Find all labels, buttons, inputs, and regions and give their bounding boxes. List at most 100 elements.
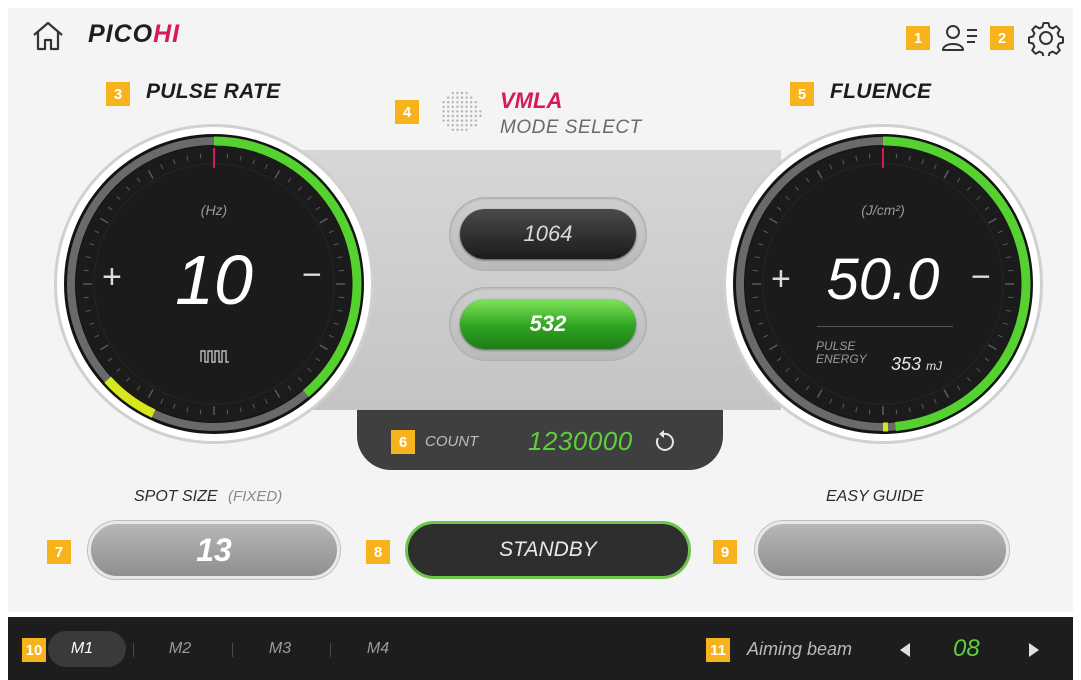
dot xyxy=(456,128,459,131)
dot xyxy=(447,114,450,118)
memory-tab-m1[interactable]: M1 xyxy=(52,632,112,666)
pulse-rate-unit: (Hz) xyxy=(200,202,228,218)
app-logo: PICOHI xyxy=(88,20,180,49)
dot xyxy=(456,101,459,104)
dot xyxy=(442,114,445,118)
dot xyxy=(451,124,454,127)
gauge-tick xyxy=(199,153,202,159)
dot xyxy=(456,114,459,118)
dot xyxy=(460,124,464,127)
user-list-icon[interactable] xyxy=(941,22,981,54)
gauge-tick xyxy=(868,409,871,415)
spot-size-title: SPOT SIZE xyxy=(134,488,218,505)
mode-select-label[interactable]: MODE SELECT xyxy=(500,117,642,139)
count-value: 1230000 xyxy=(528,426,633,456)
caret-left-icon[interactable] xyxy=(898,642,912,658)
memory-tab-m3[interactable]: M3 xyxy=(250,632,310,666)
dot xyxy=(479,114,482,118)
aiming-beam-value: 08 xyxy=(953,635,980,662)
dot xyxy=(447,96,450,99)
tag-10: 10 xyxy=(22,638,46,662)
dot xyxy=(465,101,468,104)
dot xyxy=(479,110,482,113)
gauge-tick xyxy=(895,153,898,159)
fluence-gauge[interactable]: (J/cm²) + 50.0 − PULSE ENERGY 353 mJ xyxy=(721,122,1045,446)
dot xyxy=(456,105,459,108)
dot xyxy=(447,105,450,108)
dot xyxy=(470,119,473,122)
easy-guide-button[interactable] xyxy=(755,521,1009,579)
mode-name[interactable]: VMLA xyxy=(500,88,562,114)
tab-separator xyxy=(133,643,134,657)
logo-hi: HI xyxy=(153,20,181,48)
pulse-energy-unit: mJ xyxy=(926,359,943,373)
spot-size-label: SPOT SIZE (FIXED) xyxy=(134,488,282,506)
count-label: COUNT xyxy=(425,433,479,450)
tag-9: 9 xyxy=(713,540,737,564)
fluence-value: 50.0 xyxy=(826,247,940,312)
dot xyxy=(460,110,464,113)
pulse-rate-minus-button[interactable]: − xyxy=(302,256,322,295)
tag-3: 3 xyxy=(106,82,130,106)
dot xyxy=(465,124,468,127)
dot xyxy=(474,119,477,122)
wavelength-532-well: 532 xyxy=(449,287,647,361)
dot xyxy=(474,101,477,104)
tag-2: 2 xyxy=(990,26,1014,50)
dot xyxy=(470,105,473,108)
dot xyxy=(460,105,464,108)
dot xyxy=(465,128,468,131)
dot xyxy=(460,128,464,131)
aiming-beam-label: Aiming beam xyxy=(747,639,853,659)
dot xyxy=(460,96,464,99)
wavelength-532-button[interactable]: 532 xyxy=(460,299,636,349)
tag-1: 1 xyxy=(906,26,930,50)
dot xyxy=(447,119,450,122)
tab-separator xyxy=(330,643,331,657)
caret-right-icon[interactable] xyxy=(1027,642,1041,658)
dot xyxy=(465,114,468,118)
memory-tab-m2[interactable]: M2 xyxy=(150,632,210,666)
dot xyxy=(470,101,473,104)
dot xyxy=(451,105,454,108)
gauge-tick xyxy=(895,409,898,415)
dot xyxy=(460,114,464,118)
pulse-energy-label-2: ENERGY xyxy=(816,352,867,366)
pulse-energy-value: 353 mJ xyxy=(891,354,942,375)
dot xyxy=(465,91,468,95)
gear-icon[interactable] xyxy=(1028,20,1064,56)
memory-tab-m4[interactable]: M4 xyxy=(348,632,408,666)
wavelength-1064-button[interactable]: 1064 xyxy=(460,209,636,259)
dot xyxy=(451,91,454,95)
tag-5: 5 xyxy=(790,82,814,106)
easy-guide-label: EASY GUIDE xyxy=(826,488,924,505)
dot xyxy=(447,110,450,113)
dot xyxy=(442,101,445,104)
pulse-rate-value: 10 xyxy=(175,241,253,319)
fluence-minus-button[interactable]: − xyxy=(971,258,991,297)
wavelength-1064-well: 1064 xyxy=(449,197,647,271)
dot xyxy=(474,105,477,108)
dot xyxy=(456,91,459,95)
dot-grid-icon[interactable] xyxy=(434,88,486,136)
dot xyxy=(470,124,473,127)
reset-icon[interactable] xyxy=(652,430,676,454)
dot xyxy=(465,110,468,113)
gauge-tick xyxy=(199,409,202,415)
home-icon[interactable] xyxy=(30,20,66,52)
dot xyxy=(465,119,468,122)
dot xyxy=(460,91,464,95)
standby-button[interactable]: STANDBY xyxy=(405,521,691,579)
pulse-rate-title: PULSE RATE xyxy=(146,80,281,103)
dot xyxy=(470,110,473,113)
dot xyxy=(451,114,454,118)
spot-size-value[interactable]: 13 xyxy=(88,521,340,579)
pulse-energy-number: 353 xyxy=(891,354,922,374)
dot xyxy=(447,124,450,127)
gauge-tick xyxy=(226,153,229,159)
dot xyxy=(465,96,468,99)
pulse-rate-gauge[interactable]: (Hz) + 10 − xyxy=(52,122,376,446)
dot xyxy=(456,96,459,99)
spot-size-note: (FIXED) xyxy=(228,488,283,505)
fluence-title: FLUENCE xyxy=(830,80,932,103)
